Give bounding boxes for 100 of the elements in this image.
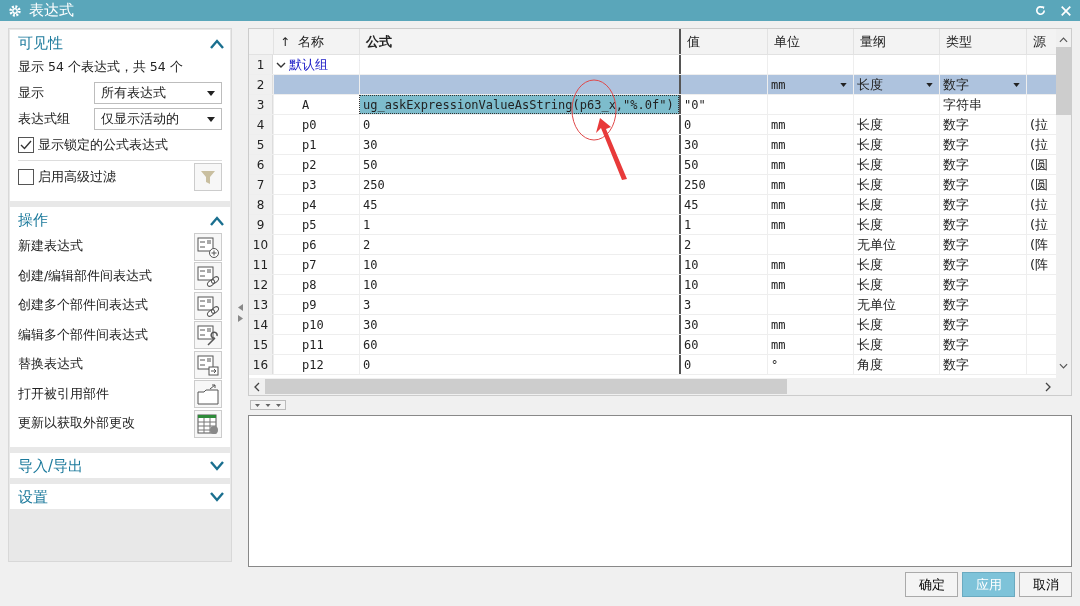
- chevron-down-icon[interactable]: [276, 61, 286, 68]
- expand-icon[interactable]: [210, 461, 224, 471]
- formula-cell[interactable]: 1: [359, 215, 679, 234]
- source-cell: (拉: [1030, 195, 1049, 214]
- caret-icon[interactable]: [207, 116, 215, 122]
- section-title[interactable]: 操作: [18, 211, 48, 230]
- expression-name: p7: [302, 257, 317, 272]
- operation-link[interactable]: 编辑多个部件间表达式: [18, 326, 148, 344]
- row-number: 5: [249, 135, 273, 154]
- row-number: 14: [249, 315, 273, 334]
- document-icon[interactable]: [194, 262, 222, 291]
- value-cell: 2: [684, 237, 692, 252]
- formula-cell[interactable]: 45: [359, 195, 679, 214]
- type-cell: 数字: [943, 255, 969, 274]
- row-number: 15: [249, 335, 273, 354]
- operation-link[interactable]: 创建多个部件间表达式: [18, 297, 148, 315]
- section-title[interactable]: 导入/导出: [18, 456, 84, 476]
- close-icon[interactable]: [1060, 4, 1072, 17]
- type-cell: 数字: [943, 235, 969, 254]
- scroll-up-icon[interactable]: [1059, 37, 1068, 43]
- checkbox[interactable]: [18, 137, 34, 153]
- expression-name: A: [302, 97, 310, 112]
- source-cell: (圆: [1030, 175, 1049, 194]
- expand-right-icon[interactable]: [237, 314, 243, 322]
- formula-cell[interactable]: 10: [359, 275, 679, 294]
- collapse-left-icon[interactable]: [237, 303, 243, 311]
- dimension-cell: 无单位: [857, 235, 896, 254]
- operation-link[interactable]: 新建表达式: [18, 238, 83, 256]
- caret-icon[interactable]: [1013, 82, 1020, 87]
- formula-cell[interactable]: 0: [359, 355, 679, 374]
- caret-icon[interactable]: [840, 82, 847, 87]
- dropdown[interactable]: 所有表达式: [94, 82, 222, 104]
- source-cell: (圆: [1030, 155, 1049, 174]
- table-icon[interactable]: [194, 409, 222, 438]
- unit-cell: mm: [771, 117, 786, 132]
- collapse-icon[interactable]: [210, 38, 224, 49]
- row-number: 10: [249, 235, 273, 254]
- settings-icon: [8, 3, 22, 18]
- type-cell: 数字: [943, 135, 969, 154]
- formula-cell[interactable]: 60: [359, 335, 679, 354]
- section-title[interactable]: 设置: [18, 487, 48, 507]
- type-cell: 数字: [943, 355, 969, 374]
- formula-cell[interactable]: 3: [359, 295, 679, 314]
- column-header[interactable]: 单位: [767, 29, 853, 54]
- expression-name: p5: [302, 217, 317, 232]
- row-number: 16: [249, 355, 273, 374]
- value-cell: 45: [684, 197, 699, 212]
- vertical-scrollbar[interactable]: [1056, 29, 1071, 395]
- row-number: 12: [249, 275, 273, 294]
- formula-cell[interactable]: 10: [359, 255, 679, 274]
- document-icon[interactable]: [194, 321, 222, 350]
- window-title: 表达式: [29, 1, 74, 20]
- scroll-left-icon[interactable]: [254, 381, 260, 392]
- caret-icon[interactable]: [926, 82, 933, 87]
- dropdown[interactable]: 仅显示活动的: [94, 108, 222, 130]
- dimension-cell: 长度: [857, 195, 883, 214]
- dimension-cell: 长度: [857, 255, 883, 274]
- dimension-dropdown[interactable]: 长度: [857, 75, 939, 94]
- tree-node[interactable]: 默认组: [273, 55, 359, 74]
- column-header[interactable]: 公式: [359, 29, 679, 54]
- column-header[interactable]: 类型: [939, 29, 1026, 54]
- dialog-button[interactable]: 确定: [905, 572, 958, 597]
- horizontal-scrollbar[interactable]: [249, 378, 1056, 395]
- unit-cell: mm: [771, 157, 786, 172]
- value-cell: "0": [684, 97, 706, 112]
- operation-link[interactable]: 创建/编辑部件间表达式: [18, 267, 153, 285]
- scroll-thumb[interactable]: [1056, 47, 1071, 115]
- document-icon[interactable]: [194, 232, 222, 261]
- scroll-down-icon[interactable]: [1059, 363, 1068, 369]
- column-header[interactable]: ↑ 名称: [273, 29, 359, 54]
- operation-link[interactable]: 更新以获取外部更改: [18, 415, 135, 433]
- operation-link[interactable]: 替换表达式: [18, 356, 83, 374]
- unit-cell: mm: [771, 137, 786, 152]
- expand-icon[interactable]: [250, 400, 286, 410]
- expand-icon[interactable]: [210, 492, 224, 502]
- value-cell: 0: [684, 357, 692, 372]
- document-icon[interactable]: [194, 291, 222, 320]
- unit-dropdown[interactable]: mm: [771, 77, 853, 92]
- operation-link[interactable]: 打开被引用部件: [18, 385, 109, 403]
- column-header[interactable]: 值: [679, 29, 767, 54]
- field-label: 表达式组: [18, 110, 71, 128]
- expression-name: p1: [302, 137, 317, 152]
- collapse-icon[interactable]: [210, 215, 224, 226]
- section-title[interactable]: 可见性: [18, 34, 63, 53]
- field-label: 显示: [18, 84, 45, 102]
- formula-cell[interactable]: 30: [359, 315, 679, 334]
- checkbox[interactable]: [18, 169, 34, 185]
- reset-icon[interactable]: [1034, 4, 1047, 17]
- scroll-thumb[interactable]: [265, 379, 787, 394]
- dialog-button[interactable]: 取消: [1019, 572, 1072, 597]
- formula-cell[interactable]: ug_askExpressionValueAsString(p63_x,"%.0f"): [359, 95, 679, 114]
- caret-icon[interactable]: [207, 90, 215, 96]
- formula-cell[interactable]: 2: [359, 235, 679, 254]
- column-header[interactable]: 量纲: [853, 29, 939, 54]
- row-number: 8: [249, 195, 273, 214]
- scroll-right-icon[interactable]: [1045, 381, 1051, 392]
- dimension-cell: 长度: [857, 115, 883, 134]
- type-dropdown[interactable]: 数字: [943, 75, 1026, 94]
- type-cell: 数字: [943, 115, 969, 134]
- checkbox-label: 显示锁定的公式表达式: [38, 136, 168, 154]
